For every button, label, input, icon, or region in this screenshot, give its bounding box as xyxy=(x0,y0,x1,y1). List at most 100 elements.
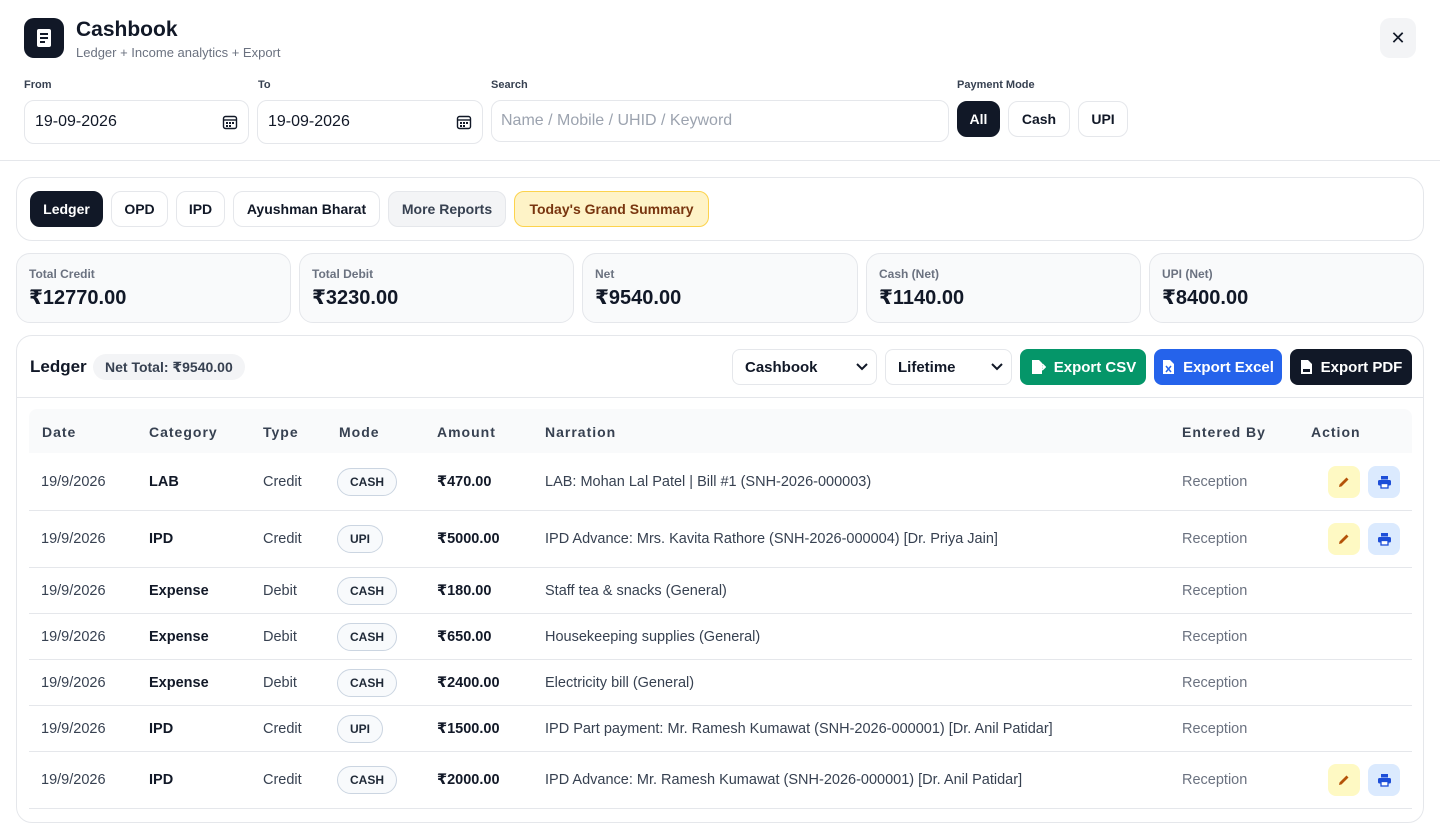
close-icon: ✕ xyxy=(1390,27,1406,48)
pencil-icon xyxy=(1339,534,1349,544)
calendar-icon[interactable] xyxy=(456,114,472,130)
mode-badge: UPI xyxy=(337,715,384,743)
table-row: 19/9/2026 Expense Debit CASH ₹180.00 Sta… xyxy=(29,568,1412,614)
printer-icon xyxy=(1377,533,1391,546)
print-button[interactable] xyxy=(1368,466,1400,498)
edit-button[interactable] xyxy=(1328,466,1360,498)
stat-label: Total Credit xyxy=(29,267,95,281)
cell-entered-by: Reception xyxy=(1182,583,1248,599)
ledger-title: Ledger xyxy=(30,357,87,376)
payment-mode-cash-button[interactable]: Cash xyxy=(1008,101,1070,137)
tab-ayushman-bharat[interactable]: Ayushman Bharat xyxy=(233,191,380,227)
search-label: Search xyxy=(491,79,528,91)
cell-amount: ₹5000.00 xyxy=(437,531,500,547)
tab-more-reports[interactable]: More Reports xyxy=(388,191,506,227)
from-date-field[interactable]: 19-09-2026 xyxy=(24,100,249,144)
stat-label: UPI (Net) xyxy=(1162,267,1213,281)
print-button[interactable] xyxy=(1368,523,1400,555)
print-button[interactable] xyxy=(1368,764,1400,796)
column-header: Date xyxy=(42,424,77,440)
tab-opd[interactable]: OPD xyxy=(111,191,168,227)
table-row: 19/9/2026 Expense Debit CASH ₹650.00 Hou… xyxy=(29,614,1412,660)
export-pdf-button[interactable]: Export PDF xyxy=(1290,349,1412,385)
stat-value: ₹12770.00 xyxy=(29,287,127,309)
cell-date: 19/9/2026 xyxy=(41,721,106,737)
cell-amount: ₹650.00 xyxy=(437,629,492,645)
cell-type: Debit xyxy=(263,675,297,691)
close-button[interactable]: ✕ xyxy=(1380,18,1416,58)
search-input[interactable] xyxy=(491,100,949,142)
payment-mode-all-button[interactable]: All xyxy=(957,101,1000,137)
book-select[interactable]: Cashbook xyxy=(732,349,877,385)
column-header: Action xyxy=(1311,424,1361,440)
to-date-field[interactable]: 19-09-2026 xyxy=(257,100,483,144)
column-header: Category xyxy=(149,424,218,440)
column-header: Entered By xyxy=(1182,424,1266,440)
cell-date: 19/9/2026 xyxy=(41,583,106,599)
cell-narration: LAB: Mohan Lal Patel | Bill #1 (SNH-2026… xyxy=(545,474,872,490)
table-row: 19/9/2026 IPD Credit UPI ₹1500.00 IPD Pa… xyxy=(29,706,1412,752)
cell-type: Debit xyxy=(263,583,297,599)
column-header: Amount xyxy=(437,424,496,440)
payment-mode-label: Payment Mode xyxy=(957,79,1035,91)
tab-ledger[interactable]: Ledger xyxy=(30,191,103,227)
table-header: Date Category Type Mode Amount Narration… xyxy=(29,409,1412,453)
cell-entered-by: Reception xyxy=(1182,675,1248,691)
period-select[interactable]: Lifetime xyxy=(885,349,1012,385)
export-pdf-label: Export PDF xyxy=(1320,358,1403,376)
cell-narration: IPD Part payment: Mr. Ramesh Kumawat (SN… xyxy=(545,721,1053,737)
chevron-down-icon xyxy=(991,363,1003,371)
cell-amount: ₹2400.00 xyxy=(437,675,500,691)
from-label: From xyxy=(24,79,52,91)
book-icon xyxy=(24,18,64,58)
table-row: 19/9/2026 IPD Credit CASH ₹2000.00 IPD A… xyxy=(29,752,1412,809)
pencil-icon xyxy=(1339,775,1349,785)
table-row: 19/9/2026 Expense Debit CASH ₹2400.00 El… xyxy=(29,660,1412,706)
book-select-value: Cashbook xyxy=(745,358,818,376)
cell-entered-by: Reception xyxy=(1182,772,1248,788)
column-header: Mode xyxy=(339,424,380,440)
table-row: 19/9/2026 IPD Credit UPI ₹5000.00 IPD Ad… xyxy=(29,511,1412,568)
pdf-file-icon xyxy=(1300,360,1312,374)
tab-ipd[interactable]: IPD xyxy=(176,191,225,227)
cell-amount: ₹1500.00 xyxy=(437,721,500,737)
period-select-value: Lifetime xyxy=(898,358,956,376)
export-excel-label: Export Excel xyxy=(1183,358,1274,376)
cell-date: 19/9/2026 xyxy=(41,675,106,691)
stat-value: ₹8400.00 xyxy=(1162,287,1249,309)
payment-mode-upi-button[interactable]: UPI xyxy=(1078,101,1128,137)
printer-icon xyxy=(1377,476,1391,489)
edit-button[interactable] xyxy=(1328,764,1360,796)
cell-date: 19/9/2026 xyxy=(41,474,106,490)
stat-value: ₹9540.00 xyxy=(595,287,682,309)
export-csv-label: Export CSV xyxy=(1053,358,1137,376)
from-date-value: 19-09-2026 xyxy=(35,113,117,130)
cell-entered-by: Reception xyxy=(1182,531,1248,547)
cell-category: IPD xyxy=(149,531,174,547)
calendar-icon[interactable] xyxy=(222,114,238,130)
cell-date: 19/9/2026 xyxy=(41,772,106,788)
cell-date: 19/9/2026 xyxy=(41,531,106,547)
chevron-down-icon xyxy=(856,363,868,371)
stat-value: ₹3230.00 xyxy=(312,287,399,309)
cell-type: Credit xyxy=(263,531,302,547)
stat-label: Cash (Net) xyxy=(879,267,940,281)
cell-type: Credit xyxy=(263,772,302,788)
table-row: 19/9/2026 LAB Credit CASH ₹470.00 LAB: M… xyxy=(29,453,1412,511)
cell-date: 19/9/2026 xyxy=(41,629,106,645)
mode-badge: CASH xyxy=(337,766,398,794)
cell-amount: ₹470.00 xyxy=(437,474,492,490)
cell-category: Expense xyxy=(149,675,209,691)
stat-total-credit: Total Credit ₹12770.00 xyxy=(16,253,291,323)
cell-category: IPD xyxy=(149,772,174,788)
cell-type: Credit xyxy=(263,474,302,490)
tab-todays-grand-summary[interactable]: Today's Grand Summary xyxy=(514,191,709,227)
export-excel-button[interactable]: Export Excel xyxy=(1154,349,1282,385)
stat-total-debit: Total Debit ₹3230.00 xyxy=(299,253,574,323)
export-csv-button[interactable]: Export CSV xyxy=(1020,349,1146,385)
net-total-badge: Net Total: ₹9540.00 xyxy=(93,354,245,380)
cell-entered-by: Reception xyxy=(1182,474,1248,490)
cell-category: Expense xyxy=(149,629,209,645)
edit-button[interactable] xyxy=(1328,523,1360,555)
cell-type: Debit xyxy=(263,629,297,645)
